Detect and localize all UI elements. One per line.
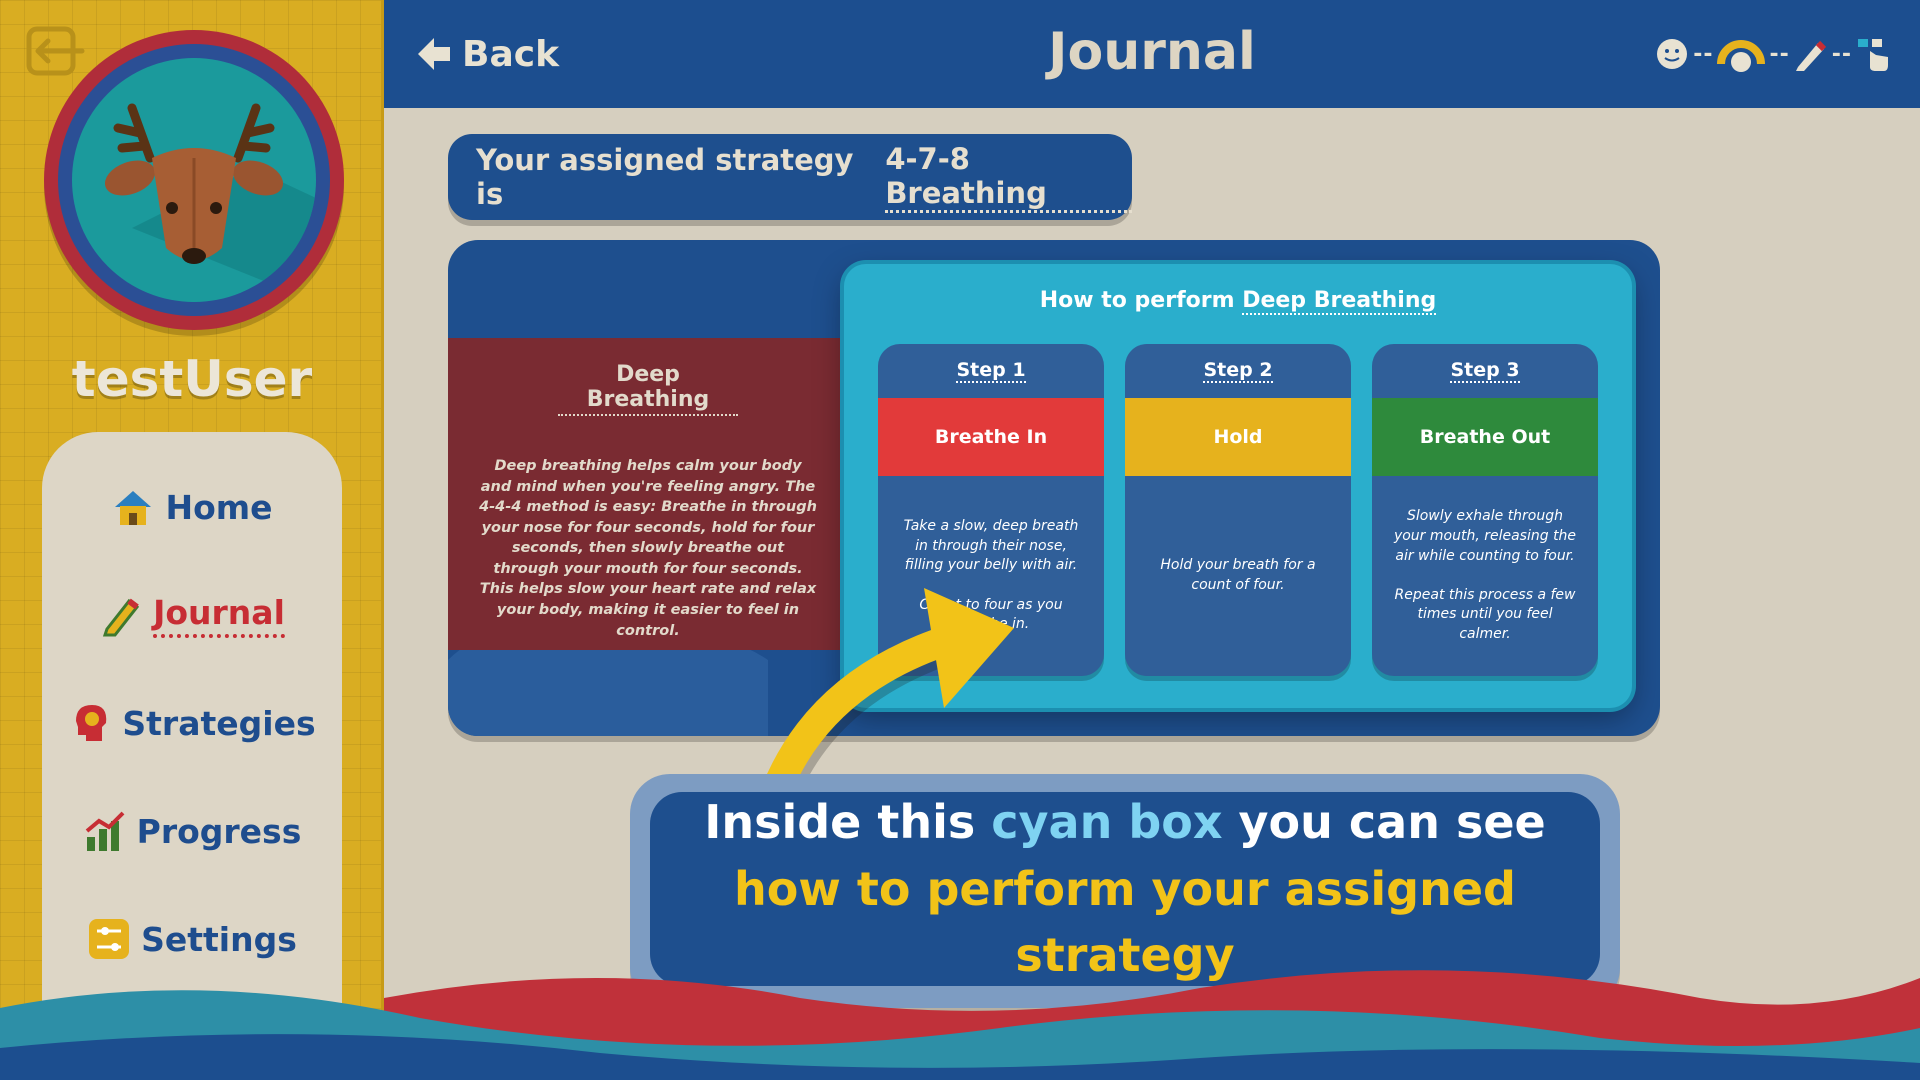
sliders-icon [89, 919, 130, 959]
head-icon [76, 705, 107, 741]
face-meter-icon [1717, 40, 1766, 72]
header: Back Journal -- -- -- [384, 0, 1920, 108]
home-icon [115, 491, 152, 525]
step-text: Slowly exhale through your mouth, releas… [1393, 508, 1577, 642]
bottom-waves [0, 970, 1920, 1080]
howto-strategy-name: Deep Breathing [1242, 288, 1437, 315]
username: testUser [71, 350, 313, 408]
sidebar: testUser Home Journal Strategies Progres… [0, 0, 384, 1080]
step-action: Breathe In [878, 398, 1104, 476]
howto-prefix: How to perform [1039, 288, 1235, 313]
nav-progress[interactable]: Progress [42, 796, 342, 866]
nav-journal-label: Journal [153, 593, 285, 638]
pointer-icon [1858, 39, 1888, 71]
nav-strategies-label: Strategies [122, 703, 316, 743]
description-title: Deep Breathing [558, 362, 738, 416]
step-action: Breathe Out [1372, 398, 1598, 476]
strategy-panel: Deep Breathing Deep breathing helps calm… [448, 240, 1660, 736]
pencil-icon [1795, 40, 1826, 71]
nav-home[interactable]: Home [42, 472, 342, 542]
smiley-icon [1657, 39, 1688, 69]
howto-title: How to perform Deep Breathing [844, 288, 1632, 315]
nav-progress-label: Progress [136, 811, 302, 851]
assigned-strategy-banner: Your assigned strategy is 4-7-8 Breathin… [448, 134, 1132, 220]
tip-highlight-cyan: cyan box [991, 794, 1223, 849]
nav-settings-label: Settings [141, 919, 297, 959]
strategy-name: 4-7-8 Breathing [885, 142, 1132, 213]
tip-part3: you can see [1222, 794, 1546, 849]
step-card-2: Step 2 Hold Hold your breath for a count… [1125, 344, 1351, 676]
step-text: Hold your breath for a count of four. [1160, 557, 1316, 593]
step-number: Step 2 [1203, 359, 1273, 383]
nav-strategies[interactable]: Strategies [42, 688, 342, 758]
avatar [44, 30, 344, 330]
step-card-3: Step 3 Breathe Out Slowly exhale through… [1372, 344, 1598, 676]
deer-icon [104, 103, 316, 302]
step-number: Step 1 [956, 359, 1026, 383]
journal-progress-steps: -- -- -- [1655, 34, 1890, 74]
tutorial-tip-text: Inside this cyan box you can see how to … [650, 792, 1600, 986]
nav-journal[interactable]: Journal [42, 580, 342, 650]
logout-icon[interactable] [26, 26, 86, 76]
pencil-icon [103, 598, 140, 637]
main-content: Your assigned strategy is 4-7-8 Breathin… [384, 108, 1920, 1080]
tip-part1: Inside this [704, 794, 992, 849]
step-number: Step 3 [1450, 359, 1520, 383]
step-action: Hold [1125, 398, 1351, 476]
chart-icon [85, 811, 125, 851]
strategy-prefix: Your assigned strategy is [476, 143, 854, 211]
nav-home-label: Home [165, 487, 273, 527]
